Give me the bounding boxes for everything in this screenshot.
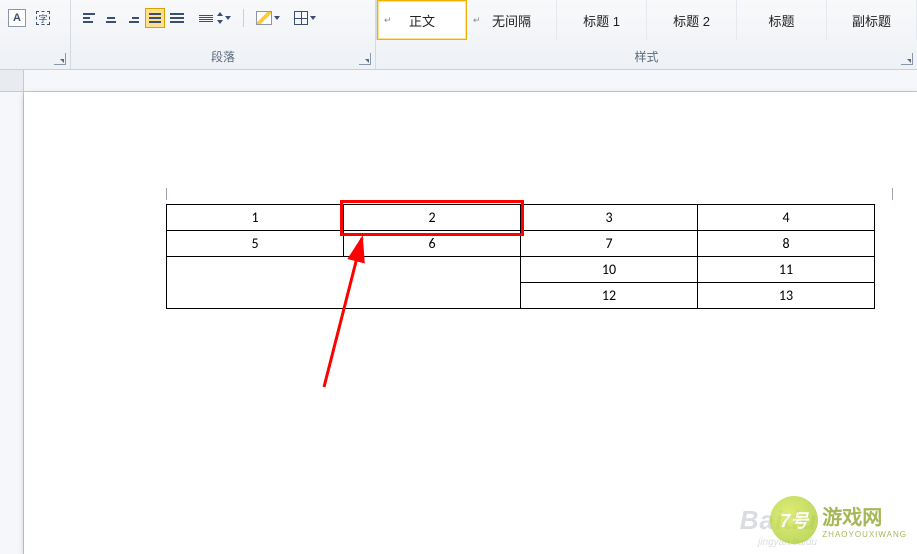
shading-button[interactable]	[254, 10, 282, 26]
styles-gallery: ↵正文 ↵无间隔 标题 1 标题 2 标题 副标题	[376, 0, 917, 40]
table-cell[interactable]: 1	[167, 205, 344, 231]
borders-button[interactable]	[292, 10, 318, 26]
ruler-corner	[0, 70, 24, 92]
align-left-button[interactable]	[79, 8, 99, 28]
text-highlight-button[interactable]: A	[8, 9, 26, 27]
styles-group-label: 样式	[376, 48, 917, 65]
font-group: A 字	[0, 0, 71, 69]
table-cell[interactable]: 2	[344, 205, 521, 231]
table-row: 1 2 3 4	[167, 205, 875, 231]
document-table[interactable]: 1 2 3 4 5 6 7 8 10 11 12 13	[166, 204, 875, 309]
table-cell[interactable]: 7	[521, 231, 698, 257]
paragraph-group-label: 段落	[71, 48, 375, 65]
table-cell[interactable]: 4	[698, 205, 875, 231]
table-cell[interactable]: 11	[698, 257, 875, 283]
document-page[interactable]: 1 2 3 4 5 6 7 8 10 11 12 13	[24, 92, 917, 554]
table-cell[interactable]: 10	[521, 257, 698, 283]
distribute-button[interactable]	[167, 8, 187, 28]
table-row: 5 6 7 8	[167, 231, 875, 257]
site-watermark-badge: 7号	[770, 496, 818, 544]
align-justify-button[interactable]	[145, 8, 165, 28]
style-heading-1[interactable]: 标题 1	[557, 0, 647, 40]
table-cell[interactable]: 3	[521, 205, 698, 231]
styles-group-launcher[interactable]	[901, 53, 913, 65]
styles-group: ↵正文 ↵无间隔 标题 1 标题 2 标题 副标题 样式	[376, 0, 917, 69]
site-watermark-sub: ZHAOYOUXIWANG	[822, 530, 907, 539]
align-center-button[interactable]	[101, 8, 121, 28]
paragraph-group: 段落	[71, 0, 376, 69]
margin-marker-right	[892, 188, 893, 200]
style-body-text[interactable]: ↵正文	[377, 0, 467, 40]
table-cell-merged[interactable]	[167, 257, 521, 309]
line-spacing-button[interactable]	[197, 11, 233, 25]
table-row: 10 11	[167, 257, 875, 283]
paragraph-group-launcher[interactable]	[359, 53, 371, 65]
style-no-spacing[interactable]: ↵无间隔	[467, 0, 557, 40]
table-cell[interactable]: 5	[167, 231, 344, 257]
margin-marker-left	[166, 188, 167, 200]
style-heading-2[interactable]: 标题 2	[647, 0, 737, 40]
horizontal-ruler[interactable]	[24, 70, 917, 92]
site-watermark-text: 游戏网	[822, 501, 907, 530]
table-cell[interactable]: 12	[521, 283, 698, 309]
vertical-ruler[interactable]	[0, 92, 24, 554]
table-cell[interactable]: 13	[698, 283, 875, 309]
table-cell[interactable]: 8	[698, 231, 875, 257]
style-title[interactable]: 标题	[737, 0, 827, 40]
align-right-button[interactable]	[123, 8, 143, 28]
char-border-button[interactable]: 字	[34, 9, 52, 27]
font-group-launcher[interactable]	[54, 53, 66, 65]
table-cell[interactable]: 6	[344, 231, 521, 257]
document-area: 1 2 3 4 5 6 7 8 10 11 12 13	[0, 70, 917, 554]
style-subtitle[interactable]: 副标题	[827, 0, 917, 40]
site-watermark: 7号 游戏网 ZHAOYOUXIWANG	[770, 496, 907, 544]
ribbon: A 字	[0, 0, 917, 70]
